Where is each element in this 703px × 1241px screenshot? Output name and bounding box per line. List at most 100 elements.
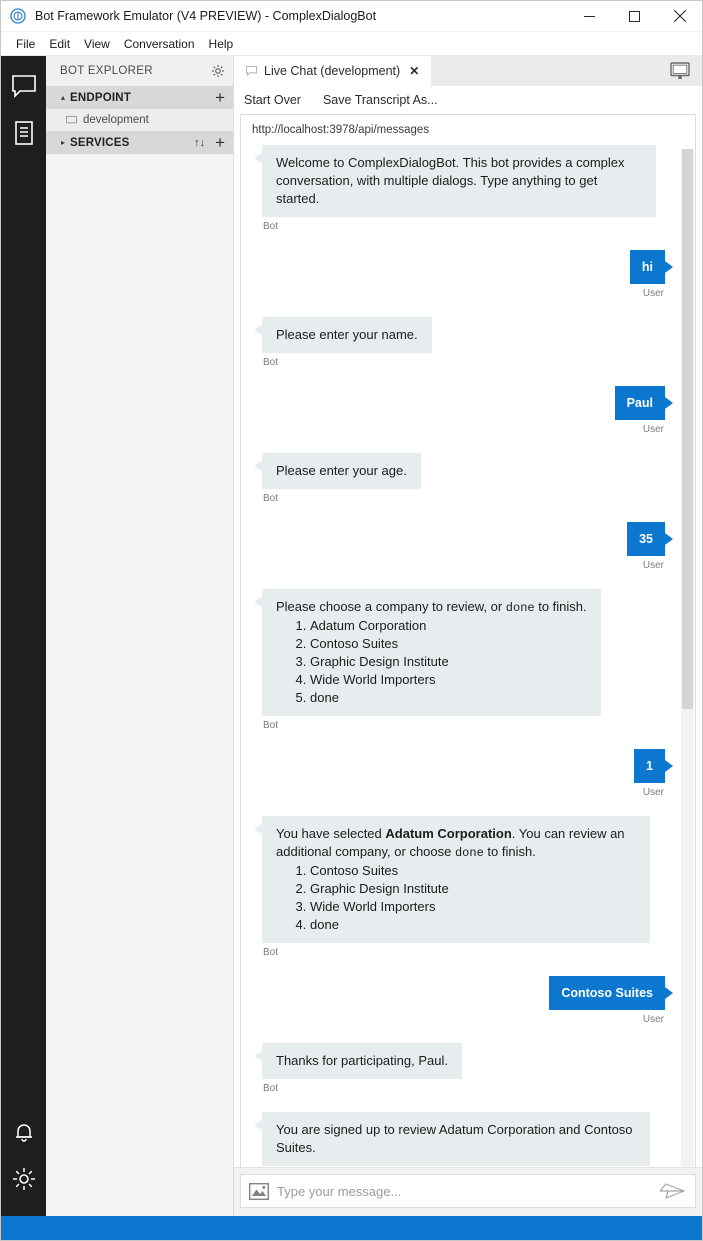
menu-item-file[interactable]: File	[9, 35, 42, 53]
tab-live-chat[interactable]: Live Chat (development) ✕	[234, 56, 432, 86]
minimize-button[interactable]	[567, 1, 612, 32]
message-sender: User	[642, 787, 664, 798]
explorer-empty-area	[46, 154, 233, 1216]
bot-explorer-title: BOT EXPLORER	[60, 65, 153, 77]
message-sender: User	[642, 424, 664, 435]
composer-area	[234, 1167, 702, 1216]
add-service-button[interactable]: +	[215, 134, 225, 151]
caret-down-icon[interactable]: ▴	[56, 93, 70, 102]
bot-explorer-panel: BOT EXPLORER ▴ ENDPOINT + development ▸ …	[46, 56, 234, 1216]
row-spacer	[254, 435, 673, 453]
row-spacer	[254, 504, 673, 522]
message-text-suffix: to finish.	[483, 844, 536, 859]
body-row: BOT EXPLORER ▴ ENDPOINT + development ▸ …	[1, 56, 702, 1216]
message-bubble: Please enter your name.	[254, 317, 432, 353]
main-content: Live Chat (development) ✕ Start Over Sav…	[234, 56, 702, 1216]
caret-right-icon[interactable]: ▸	[56, 138, 70, 147]
maximize-button[interactable]	[612, 1, 657, 32]
message-sender: User	[642, 560, 664, 571]
message-row-bot: Please enter your age. Bot	[254, 453, 673, 504]
row-spacer	[254, 232, 673, 250]
message-row-bot: You have selected Adatum Corporation. Yo…	[254, 816, 673, 958]
start-over-button[interactable]: Start Over	[244, 93, 301, 107]
list-item: Graphic Design Institute	[310, 880, 636, 898]
tab-strip: Live Chat (development) ✕	[234, 56, 702, 86]
add-endpoint-button[interactable]: +	[215, 89, 225, 106]
menu-item-view[interactable]: View	[77, 35, 117, 53]
endpoint-url-label: http://localhost:3978/api/messages	[252, 124, 430, 136]
message-sender: Bot	[263, 1083, 279, 1094]
message-row-user: Contoso Suites User	[254, 976, 673, 1025]
chat-panel: http://localhost:3978/api/messages Welco…	[240, 114, 696, 1167]
message-text-prefix: You have selected	[276, 826, 386, 841]
message-text-suffix: to finish.	[534, 599, 587, 614]
close-icon[interactable]: ✕	[409, 64, 419, 78]
message-sender: Bot	[263, 720, 279, 731]
composer[interactable]	[240, 1174, 696, 1208]
save-transcript-button[interactable]: Save Transcript As...	[323, 93, 438, 107]
row-spacer	[254, 299, 673, 317]
sort-services-button[interactable]: ↑↓	[194, 137, 205, 149]
message-sender: Bot	[263, 221, 279, 232]
window-controls	[567, 1, 702, 32]
window-title: Bot Framework Emulator (V4 PREVIEW) - Co…	[35, 9, 377, 23]
message-sender: User	[642, 1014, 664, 1025]
message-row-bot: Please enter your name. Bot	[254, 317, 673, 368]
message-bubble: 1	[634, 749, 665, 783]
tab-strip-filler	[431, 56, 658, 86]
message-sender: Bot	[263, 947, 279, 958]
menu-item-edit[interactable]: Edit	[42, 35, 77, 53]
message-row-user: 1 User	[254, 749, 673, 798]
scrollbar-thumb[interactable]	[682, 149, 693, 709]
image-upload-icon[interactable]	[249, 1182, 269, 1200]
list-item: Wide World Importers	[310, 671, 587, 689]
explorer-section-services[interactable]: ▸ SERVICES ↑↓ +	[46, 131, 233, 154]
close-button[interactable]	[657, 1, 702, 32]
message-bubble: Please choose a company to review, or do…	[254, 589, 601, 716]
status-bar	[1, 1216, 702, 1240]
menu-bar: File Edit View Conversation Help	[1, 32, 702, 56]
message-bubble: You have selected Adatum Corporation. Yo…	[254, 816, 650, 943]
message-sender: Bot	[263, 493, 279, 504]
menu-item-help[interactable]: Help	[202, 35, 241, 53]
gear-icon[interactable]	[211, 64, 225, 78]
list-item: Adatum Corporation	[310, 617, 587, 635]
bot-explorer-header: BOT EXPLORER	[46, 56, 233, 86]
row-spacer	[254, 958, 673, 976]
send-icon[interactable]	[659, 1182, 685, 1200]
notes-icon[interactable]	[1, 110, 46, 156]
message-row-user: hi User	[254, 250, 673, 299]
bell-icon[interactable]	[1, 1110, 46, 1156]
tab-label: Live Chat (development)	[264, 64, 401, 78]
message-option-list: Adatum Corporation Contoso Suites Graphi…	[296, 617, 587, 707]
message-text-bold: Adatum Corporation	[385, 826, 512, 841]
transcript-scrollbar[interactable]	[681, 149, 694, 1166]
gear-icon[interactable]	[1, 1156, 46, 1202]
row-spacer	[254, 1025, 673, 1043]
list-item: Contoso Suites	[310, 635, 587, 653]
sidebar-item-development[interactable]: development	[46, 109, 233, 131]
activity-bar	[1, 56, 46, 1216]
chat-icon[interactable]	[1, 64, 46, 110]
menu-item-conversation[interactable]: Conversation	[117, 35, 202, 53]
message-bubble: Thanks for participating, Paul.	[254, 1043, 462, 1079]
explorer-section-endpoint[interactable]: ▴ ENDPOINT +	[46, 86, 233, 109]
message-input[interactable]	[277, 1183, 659, 1199]
message-row-bot: You are signed up to review Adatum Corpo…	[254, 1112, 673, 1167]
row-spacer	[254, 731, 673, 749]
message-row-bot: Please choose a company to review, or do…	[254, 589, 673, 731]
message-sender: Bot	[263, 357, 279, 368]
message-text-prefix: Please choose a company to review, or	[276, 599, 506, 614]
message-bubble: Contoso Suites	[549, 976, 665, 1010]
message-bubble: Paul	[614, 386, 665, 420]
monitor-icon[interactable]	[658, 56, 702, 86]
message-text-mono: done	[454, 846, 484, 860]
row-spacer	[254, 798, 673, 816]
list-item: Graphic Design Institute	[310, 653, 587, 671]
transcript: Welcome to ComplexDialogBot. This bot pr…	[241, 145, 695, 1167]
list-item: done	[310, 689, 587, 707]
bot-framework-logo-icon	[1, 8, 35, 24]
chat-toolbar: Start Over Save Transcript As...	[234, 86, 702, 114]
list-item: Contoso Suites	[310, 862, 636, 880]
message-row-user: 35 User	[254, 522, 673, 571]
